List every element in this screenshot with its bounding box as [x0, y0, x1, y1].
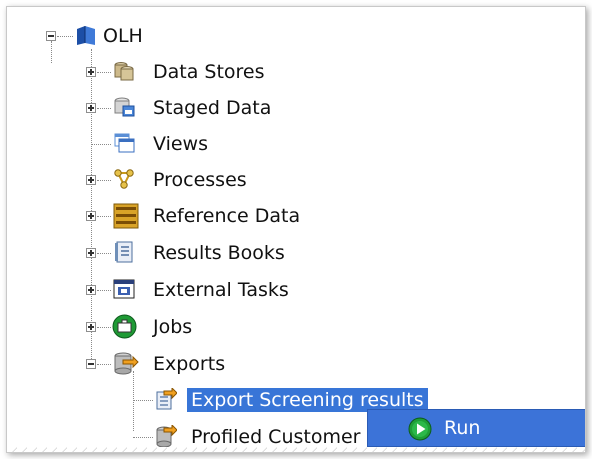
- tree-connector: [97, 180, 111, 181]
- tree-node-profiled-customer[interactable]: Profiled Customer: [7, 422, 367, 452]
- tree-node-label: Views: [153, 133, 208, 155]
- tree-connector: [133, 437, 153, 438]
- expand-toggle[interactable]: [86, 211, 96, 221]
- tree-node-label: Staged Data: [153, 97, 272, 119]
- tree-panel: OLH Data Stores Staged Data Views Proces…: [6, 6, 586, 453]
- exports-icon: [114, 352, 139, 375]
- tree-node-label: Data Stores: [153, 61, 265, 83]
- run-icon: [408, 417, 432, 441]
- tree-node-results-books[interactable]: Results Books: [7, 238, 327, 270]
- tree-node-label: Profiled Customer: [191, 426, 361, 448]
- menu-item-label: Run: [444, 417, 481, 439]
- external-tasks-icon: [113, 279, 135, 299]
- tree-node-processes[interactable]: Processes: [7, 165, 307, 197]
- collapse-toggle[interactable]: [46, 31, 56, 41]
- project-tree: OLH Data Stores Staged Data Views Proces…: [7, 7, 585, 452]
- tree-node-jobs[interactable]: Jobs: [7, 312, 307, 344]
- tree-connector: [57, 36, 73, 37]
- expand-toggle[interactable]: [86, 67, 96, 77]
- tree-node-label: Processes: [153, 169, 247, 191]
- tree-node-olh[interactable]: OLH: [7, 21, 307, 53]
- tree-connector: [91, 144, 111, 145]
- expand-toggle[interactable]: [86, 103, 96, 113]
- menu-item-run[interactable]: Run: [368, 410, 585, 446]
- jobs-icon: [112, 314, 137, 339]
- tree-connector: [97, 72, 111, 73]
- tree-node-external-tasks[interactable]: External Tasks: [7, 275, 327, 307]
- expand-toggle[interactable]: [86, 322, 96, 332]
- export-icon: [156, 425, 177, 447]
- tree-node-data-stores[interactable]: Data Stores: [7, 57, 307, 89]
- views-icon: [114, 133, 135, 153]
- tree-connector: [97, 364, 111, 365]
- export-results-icon: [156, 388, 177, 410]
- expand-toggle[interactable]: [86, 248, 96, 258]
- tree-connector: [97, 290, 111, 291]
- tree-node-views[interactable]: Views: [7, 129, 307, 161]
- tree-connector: [97, 108, 111, 109]
- expand-toggle[interactable]: [86, 285, 96, 295]
- staged-data-icon: [114, 97, 135, 117]
- results-books-icon: [115, 241, 133, 263]
- tree-connector: [133, 400, 153, 401]
- context-menu: Run: [367, 409, 585, 447]
- project-book-icon: [77, 26, 95, 45]
- tree-node-label: External Tasks: [153, 279, 289, 301]
- tree-node-label: OLH: [103, 25, 143, 47]
- tree-node-label: Exports: [153, 353, 226, 375]
- tree-connector: [97, 327, 111, 328]
- tree-connector: [97, 216, 111, 217]
- reference-data-icon: [113, 203, 139, 229]
- expand-toggle[interactable]: [86, 175, 96, 185]
- data-stores-icon: [114, 62, 134, 81]
- tree-node-label: Jobs: [153, 316, 193, 338]
- tree-connector: [97, 253, 111, 254]
- tree-node-label: Reference Data: [153, 205, 301, 227]
- tree-node-staged-data[interactable]: Staged Data: [7, 93, 307, 125]
- collapse-toggle[interactable]: [86, 359, 96, 369]
- tree-node-label: Results Books: [153, 242, 285, 264]
- tree-node-reference-data[interactable]: Reference Data: [7, 201, 327, 233]
- tree-node-exports[interactable]: Exports: [7, 349, 307, 381]
- processes-icon: [114, 169, 134, 189]
